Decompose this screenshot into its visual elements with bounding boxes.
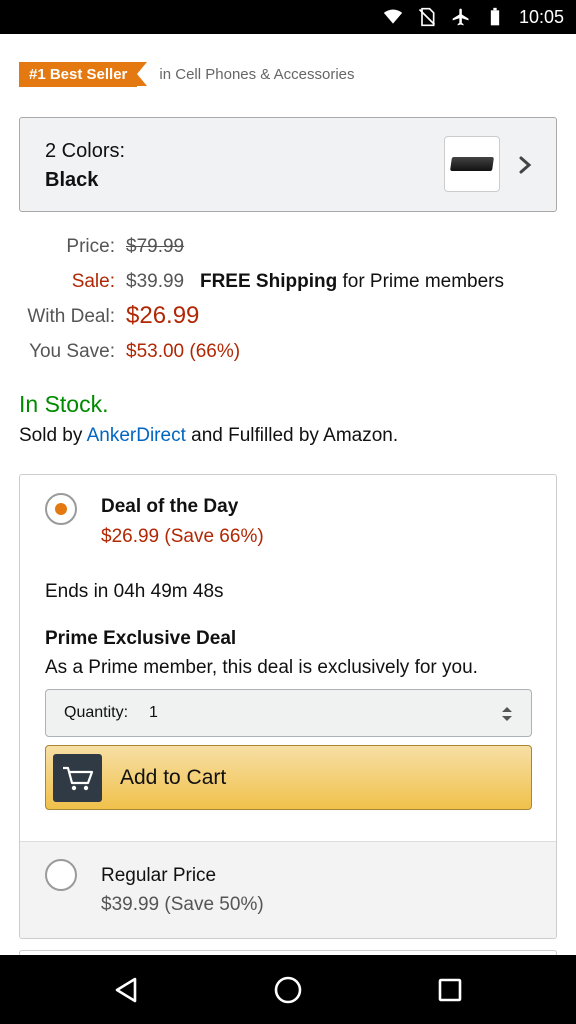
seller-link[interactable]: AnkerDirect	[87, 425, 186, 446]
back-button[interactable]	[109, 973, 143, 1007]
chevron-right-icon	[519, 156, 532, 174]
quantity-select[interactable]: Quantity: 1	[45, 689, 532, 737]
fulfilled-by: and Fulfilled by Amazon.	[191, 425, 399, 446]
sold-by-prefix: Sold by	[19, 425, 83, 446]
deal-countdown: Ends in 04h 49m 48s	[45, 581, 224, 602]
status-icons: 10:05	[383, 6, 564, 28]
cart-icon	[62, 766, 93, 791]
color-selector[interactable]: 2 Colors: Black	[19, 117, 557, 212]
quantity-value: 1	[149, 704, 158, 721]
prime-deal-title: Prime Exclusive Deal	[45, 628, 237, 649]
airplane-icon	[452, 8, 469, 26]
status-time: 10:05	[518, 6, 564, 27]
best-seller-row[interactable]: #1 Best Seller in Cell Phones & Accessor…	[19, 62, 355, 87]
system-nav-bar	[0, 955, 576, 1024]
you-save-label: You Save:	[29, 341, 115, 362]
shipping-note: for Prime members	[342, 271, 504, 292]
selected-color: Black	[45, 169, 99, 191]
back-triangle-icon	[115, 977, 137, 1003]
stock-status: In Stock.	[19, 391, 109, 417]
home-button[interactable]	[271, 973, 305, 1007]
best-seller-badge: #1 Best Seller	[19, 62, 148, 87]
sale-row: Sale: $39.99 FREE Shipping for Prime mem…	[0, 271, 576, 301]
sale-price: $39.99	[126, 271, 185, 292]
recents-square-icon	[438, 978, 462, 1002]
deal-title: Deal of the Day	[101, 496, 239, 517]
savings-row: You Save: $53.00 (66%)	[0, 341, 576, 371]
colors-count-label: 2 Colors:	[45, 140, 126, 162]
product-thumbnail	[450, 157, 494, 171]
sale-label: Sale:	[71, 271, 115, 292]
deal-radio-button[interactable]	[45, 493, 77, 525]
buying-options-card: Deal of the Day $26.99 (Save 66%) Ends i…	[19, 474, 557, 939]
with-deal-label: With Deal:	[27, 306, 115, 327]
you-save-value: $53.00 (66%)	[126, 341, 241, 362]
deal-price-value: $26.99	[126, 302, 200, 329]
regular-price-value: $39.99 (Save 50%)	[101, 894, 264, 915]
select-arrows-icon	[502, 707, 512, 721]
prime-deal-description: As a Prime member, this deal is exclusiv…	[45, 657, 478, 678]
deal-price: $26.99 (Save 66%)	[101, 526, 264, 547]
battery-icon	[490, 7, 500, 26]
add-to-cart-label: Add to Cart	[120, 766, 227, 789]
regular-radio-button[interactable]	[45, 859, 77, 891]
sold-by-line: Sold by AnkerDirect and Fulfilled by Ama…	[19, 425, 398, 447]
cart-icon-box	[53, 754, 102, 802]
no-sim-icon	[418, 7, 436, 27]
quantity-label: Quantity:	[64, 704, 129, 721]
best-seller-category[interactable]: in Cell Phones & Accessories	[159, 66, 354, 83]
home-circle-icon	[274, 976, 302, 1004]
price-row: Price: $79.99	[0, 236, 576, 266]
price-label: Price:	[66, 236, 115, 257]
wifi-icon	[383, 9, 403, 24]
add-to-cart-button[interactable]: Add to Cart	[45, 745, 532, 810]
regular-price-title: Regular Price	[101, 865, 217, 886]
regular-price-option[interactable]: Regular Price $39.99 (Save 50%)	[20, 841, 556, 938]
color-swatch-thumbnail	[444, 136, 500, 192]
deal-row: With Deal: $26.99	[0, 302, 576, 332]
status-bar: 10:05	[0, 0, 576, 34]
free-shipping-label: FREE Shipping	[199, 271, 338, 292]
recents-button[interactable]	[433, 973, 467, 1007]
sale-line: $39.99 FREE Shipping for Prime members	[126, 271, 504, 293]
list-price: $79.99	[126, 236, 185, 257]
